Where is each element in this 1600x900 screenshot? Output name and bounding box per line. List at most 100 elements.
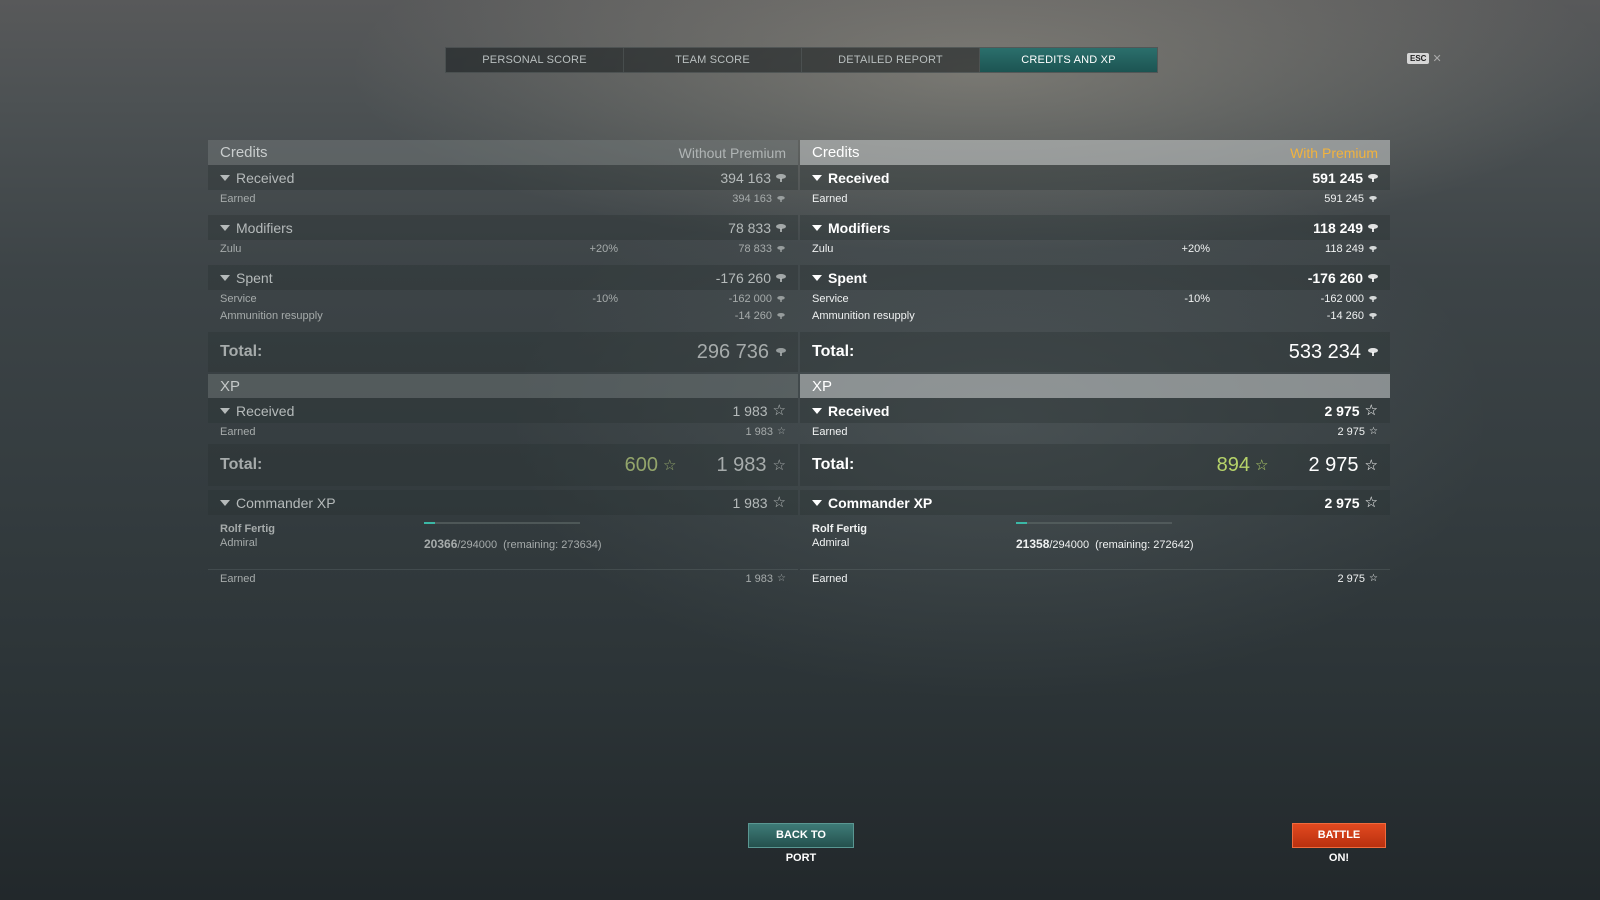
close-icon[interactable]: ✕ bbox=[1432, 52, 1441, 65]
tab-personal-score[interactable]: PERSONAL SCORE bbox=[446, 48, 624, 72]
earned-value: 394 163 bbox=[732, 192, 772, 205]
earned-row: Earned 591 245 bbox=[800, 190, 1390, 207]
xp-header: XP bbox=[800, 374, 1390, 398]
modifier-value: 78 833 bbox=[738, 242, 772, 255]
earned-value: 1 983 bbox=[745, 572, 774, 585]
total-label: Total: bbox=[812, 343, 855, 360]
credits-header: Credits Without Premium bbox=[208, 140, 798, 165]
star-icon: ☆ bbox=[1255, 456, 1269, 474]
commander-xp-max: /294000 bbox=[1049, 539, 1090, 551]
star-icon: ☆ bbox=[777, 425, 786, 437]
commander-name: Rolf Fertig bbox=[812, 523, 867, 535]
total-label: Total: bbox=[220, 343, 263, 360]
xp-total-value: 1 983 bbox=[716, 453, 767, 476]
spent-value: -176 260 bbox=[715, 269, 771, 286]
credits-icon bbox=[776, 273, 786, 282]
service-label: Service bbox=[220, 292, 257, 305]
credits-title: Credits bbox=[812, 144, 860, 161]
chevron-down-icon bbox=[220, 274, 230, 281]
earned-value: 1 983 bbox=[745, 425, 774, 438]
xp-title: XP bbox=[220, 377, 241, 395]
xp-received-value: 1 983 bbox=[732, 402, 768, 419]
modifiers-label: Modifiers bbox=[828, 219, 891, 236]
commander-xp-remaining: (remaining: 272642) bbox=[1095, 539, 1194, 551]
star-icon: ☆ bbox=[772, 402, 786, 419]
chevron-down-icon bbox=[812, 224, 822, 231]
tab-team-score[interactable]: TEAM SCORE bbox=[624, 48, 802, 72]
commander-progress-bar bbox=[424, 522, 580, 524]
spent-ammo-row: Ammunition resupply -14 260 bbox=[208, 307, 798, 324]
credits-icon bbox=[776, 173, 786, 182]
ammo-label: Ammunition resupply bbox=[220, 309, 323, 322]
modifier-label: Zulu bbox=[220, 242, 242, 255]
modifier-row: Zulu +20% 118 249 bbox=[800, 240, 1390, 257]
commander-xp-group[interactable]: Commander XP 1 983 ☆ bbox=[208, 490, 798, 515]
spent-group[interactable]: Spent -176 260 bbox=[208, 265, 798, 290]
esc-close-button[interactable]: ESC ✕ bbox=[1407, 52, 1442, 65]
tab-detailed-report[interactable]: DETAILED REPORT bbox=[802, 48, 980, 72]
credits-icon bbox=[777, 245, 785, 252]
spent-value: -176 260 bbox=[1307, 269, 1363, 286]
commander-info: Rolf Fertig Admiral 20366/294000 (remaini… bbox=[208, 515, 798, 569]
chevron-down-icon bbox=[220, 174, 230, 181]
modifier-label: Zulu bbox=[812, 242, 834, 255]
back-to-port-button[interactable]: BACK TO PORT bbox=[748, 823, 854, 864]
modifiers-group[interactable]: Modifiers 118 249 bbox=[800, 215, 1390, 240]
service-percent: -10% bbox=[592, 292, 618, 305]
modifiers-group[interactable]: Modifiers 78 833 bbox=[208, 215, 798, 240]
earned-label: Earned bbox=[220, 572, 256, 585]
xp-total-label: Total: bbox=[220, 456, 263, 473]
commander-progress-text: 21358/294000 (remaining: 272642) bbox=[1016, 537, 1194, 551]
service-label: Service bbox=[812, 292, 849, 305]
chevron-down-icon bbox=[812, 499, 822, 506]
commander-xp-label: Commander XP bbox=[236, 494, 336, 511]
star-icon: ☆ bbox=[777, 572, 786, 584]
xp-received-label: Received bbox=[828, 402, 890, 419]
earned-value: 591 245 bbox=[1324, 192, 1364, 205]
commander-xp-value: 2 975 bbox=[1324, 494, 1360, 511]
star-icon: ☆ bbox=[663, 456, 677, 474]
xp-total-row: Total: 894 ☆ 2 975 ☆ bbox=[800, 444, 1390, 486]
earned-value: 2 975 bbox=[1337, 425, 1366, 438]
xp-received-group[interactable]: Received 2 975 ☆ bbox=[800, 398, 1390, 423]
credits-icon bbox=[776, 223, 786, 232]
credits-icon bbox=[1368, 273, 1378, 282]
premium-label: Without Premium bbox=[678, 144, 786, 161]
received-group[interactable]: Received 394 163 bbox=[208, 165, 798, 190]
premium-label: With Premium bbox=[1290, 144, 1378, 161]
earned-label: Earned bbox=[812, 425, 848, 438]
spent-label: Spent bbox=[236, 269, 273, 286]
modifier-value: 118 249 bbox=[1325, 242, 1364, 255]
commander-progress-bar bbox=[1016, 522, 1172, 524]
commander-xp-remaining: (remaining: 273634) bbox=[503, 539, 602, 551]
battle-on-button[interactable]: BATTLE ON! bbox=[1292, 823, 1386, 864]
chevron-down-icon bbox=[812, 407, 822, 414]
star-icon: ☆ bbox=[772, 494, 786, 511]
chevron-down-icon bbox=[812, 274, 822, 281]
received-group[interactable]: Received 591 245 bbox=[800, 165, 1390, 190]
chevron-down-icon bbox=[220, 224, 230, 231]
chevron-down-icon bbox=[220, 407, 230, 414]
xp-received-group[interactable]: Received 1 983 ☆ bbox=[208, 398, 798, 423]
credits-icon bbox=[1369, 295, 1377, 302]
modifier-percent: +20% bbox=[589, 242, 618, 255]
star-icon: ☆ bbox=[1364, 494, 1378, 511]
received-value: 591 245 bbox=[1312, 169, 1363, 186]
credits-icon bbox=[1368, 223, 1378, 232]
esc-key-icon: ESC bbox=[1407, 53, 1430, 64]
credits-icon bbox=[1369, 245, 1377, 252]
credits-icon bbox=[776, 348, 786, 356]
spent-service-row: Service -10% -162 000 bbox=[800, 290, 1390, 307]
earned-label: Earned bbox=[812, 572, 848, 585]
modifiers-value: 78 833 bbox=[728, 219, 771, 236]
xp-base-value: 600 bbox=[624, 453, 659, 476]
modifiers-label: Modifiers bbox=[236, 219, 293, 236]
credits-title: Credits bbox=[220, 144, 268, 161]
tab-credits-and-xp[interactable]: CREDITS AND XP bbox=[980, 48, 1157, 72]
spent-group[interactable]: Spent -176 260 bbox=[800, 265, 1390, 290]
commander-xp-group[interactable]: Commander XP 2 975 ☆ bbox=[800, 490, 1390, 515]
earned-value: 2 975 bbox=[1337, 572, 1366, 585]
commander-xp-current: 21358 bbox=[1016, 537, 1050, 551]
modifier-percent: +20% bbox=[1181, 242, 1210, 255]
total-value: 296 736 bbox=[696, 340, 769, 363]
